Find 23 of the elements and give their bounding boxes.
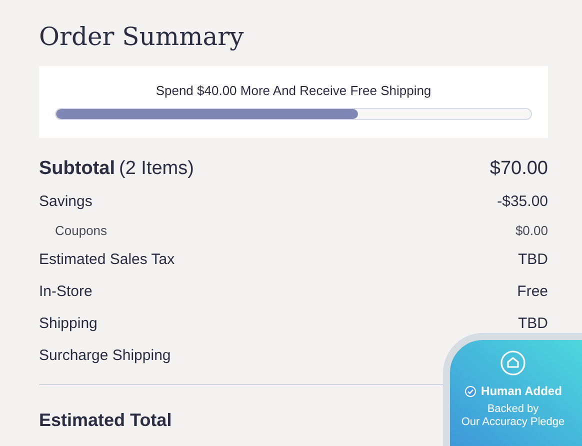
- badge-subtitle: Our Accuracy Pledge: [461, 416, 565, 429]
- line-value: TBD: [518, 250, 548, 270]
- line-label: Coupons: [54, 222, 108, 240]
- line-value: -$35.00: [497, 192, 548, 212]
- item-count: (2 Items): [119, 156, 194, 181]
- subtotal-value: $70.00: [490, 156, 548, 181]
- badge-subtitle: Backed by: [487, 403, 539, 416]
- line-label: In-Store: [39, 282, 92, 302]
- line-value: Free: [517, 282, 548, 302]
- line-label: Savings: [39, 192, 92, 212]
- line-label: Surcharge Shipping: [39, 346, 171, 366]
- home-icon: [500, 350, 526, 376]
- check-circle-icon: [464, 384, 478, 398]
- badge-title: Human Added: [481, 383, 562, 400]
- line-value: $0.00: [515, 222, 548, 240]
- subtotal-label: Subtotal: [39, 156, 115, 181]
- line-value: TBD: [518, 314, 548, 334]
- line-label: Estimated Sales Tax: [39, 250, 175, 270]
- free-shipping-message: Spend $40.00 More And Receive Free Shipping: [156, 82, 432, 100]
- order-summary-title: Order Summary: [39, 21, 244, 53]
- human-added-badge[interactable]: Human Added Backed by Our Accuracy Pledge: [443, 333, 582, 446]
- estimated-total-label: Estimated Total: [39, 408, 172, 432]
- line-label: Shipping: [39, 314, 98, 334]
